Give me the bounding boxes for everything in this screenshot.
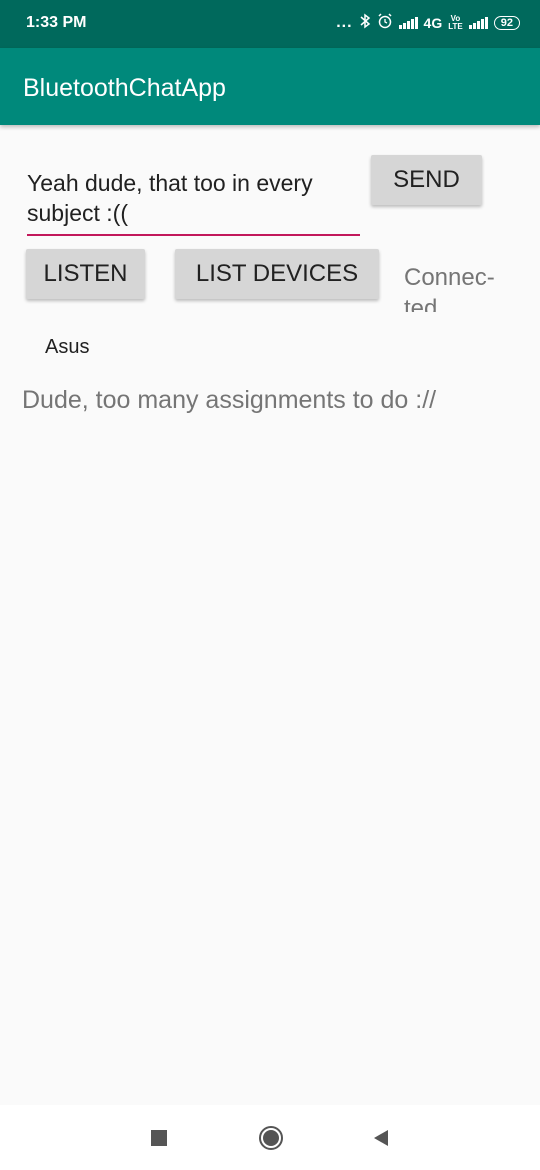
status-icons: ... 4G Vo LTE 92: [336, 13, 520, 32]
status-time: 1:33 PM: [26, 14, 87, 31]
more-notifications-icon: ...: [336, 13, 353, 31]
signal-icon: [468, 16, 488, 29]
recent-apps-icon[interactable]: [144, 1123, 174, 1153]
signal-icon: [398, 16, 418, 29]
bluetooth-icon: [359, 13, 371, 32]
device-list: Asus: [45, 336, 89, 359]
received-message: Dude, too many assignments to do ://: [22, 386, 437, 414]
back-icon[interactable]: [366, 1123, 396, 1153]
network-type: 4G: [423, 14, 443, 31]
status-bar: 1:33 PM ... 4G Vo LTE 92: [0, 0, 540, 48]
app-bar: BluetoothChatApp: [0, 48, 540, 125]
alarm-icon: [377, 13, 393, 32]
listen-button[interactable]: LISTEN: [26, 249, 145, 299]
battery-icon: 92: [493, 15, 520, 30]
app-title: BluetoothChatApp: [23, 74, 226, 102]
list-devices-button[interactable]: LIST DEVICES: [175, 249, 379, 299]
message-input[interactable]: Yeah dude, that too in every subject :((: [27, 168, 360, 236]
send-button[interactable]: SEND: [371, 155, 482, 205]
connection-status: Connec-ted: [404, 264, 495, 312]
device-item[interactable]: Asus: [45, 336, 89, 359]
volte-indicator: Vo LTE: [448, 13, 463, 31]
navigation-bar: [0, 1105, 540, 1170]
home-icon[interactable]: [256, 1123, 286, 1153]
